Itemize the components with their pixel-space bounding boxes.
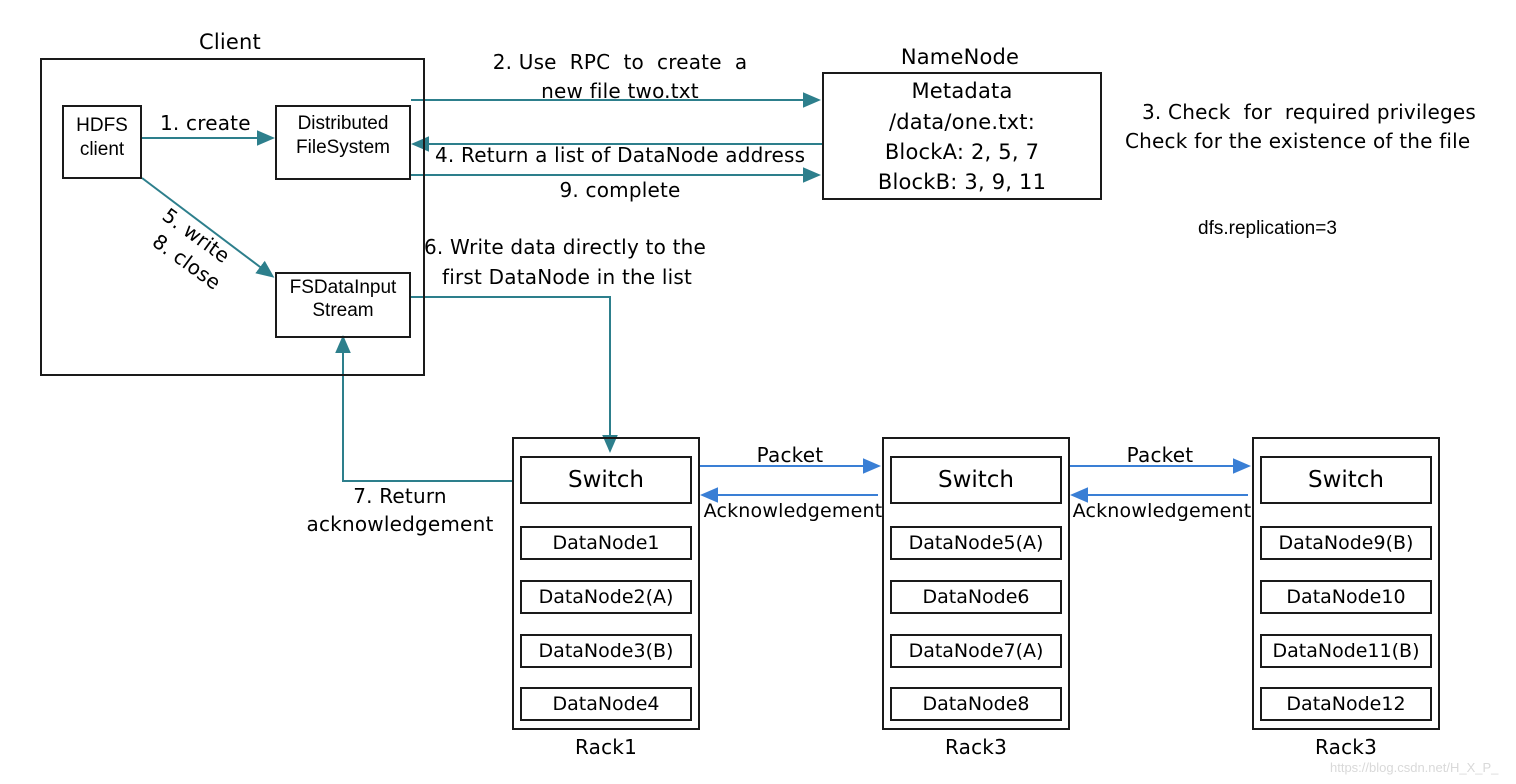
label-step2-rpc-line2: new file two.txt [541, 79, 699, 103]
rack-2-datanode-2[interactable]: DataNode6 [890, 580, 1062, 614]
rack-2-datanode-4[interactable]: DataNode8 [890, 687, 1062, 721]
rack-1-datanode-1-label: DataNode1 [552, 532, 660, 554]
label-step9-complete: 9. complete [559, 178, 681, 202]
namenode-block-a: BlockA: 2, 5, 7 [884, 140, 1040, 164]
rack-2-switch[interactable]: Switch [890, 456, 1062, 504]
rack-1-datanode-4[interactable]: DataNode4 [520, 687, 692, 721]
arrow-write-data-to-datanode [411, 296, 618, 453]
rack-3-switch-label: Switch [1307, 467, 1385, 493]
hdfs-client-label-line2: client [79, 139, 125, 160]
distributed-filesystem-label-line2: FileSystem [296, 137, 390, 158]
rack-2-datanode-1[interactable]: DataNode5(A) [890, 526, 1062, 560]
rack-1-datanode-2[interactable]: DataNode2(A) [520, 580, 692, 614]
namenode-label: NameNode [900, 45, 1020, 69]
rack-3-datanode-3-label: DataNode11(B) [1272, 640, 1420, 662]
label-step7-return-line1: 7. Return [353, 484, 447, 508]
rack-2-datanode-1-label: DataNode5(A) [908, 532, 1044, 554]
rack-1-datanode-3-label: DataNode3(B) [538, 640, 674, 662]
note-dfs-replication: dfs.replication=3 [1198, 218, 1337, 239]
rack-2-datanode-3[interactable]: DataNode7(A) [890, 634, 1062, 668]
label-acknowledgement-rack3-rack2: Acknowledgement [1072, 500, 1252, 522]
rack-3-datanode-1[interactable]: DataNode9(B) [1260, 526, 1432, 560]
namenode-block-b: BlockB: 3, 9, 11 [877, 170, 1047, 194]
rack-2-datanode-4-label: DataNode8 [922, 693, 1030, 715]
rack-3-switch[interactable]: Switch [1260, 456, 1432, 504]
rack-3-name: Rack3 [1314, 735, 1377, 759]
watermark-text: https://blog.csdn.net/H_X_P_ [1330, 760, 1499, 775]
rack-1-datanode-3[interactable]: DataNode3(B) [520, 634, 692, 668]
rack-3-datanode-2[interactable]: DataNode10 [1260, 580, 1432, 614]
label-packet-rack1-rack2: Packet [756, 443, 824, 467]
hdfs-write-flow-diagram: Client HDFS client Distributed FileSyste… [0, 0, 1516, 784]
distributed-filesystem-label-line1: Distributed [297, 113, 389, 134]
rack-2-datanode-2-label: DataNode6 [922, 586, 1030, 608]
rack-3-datanode-2-label: DataNode10 [1286, 586, 1406, 608]
rack-1-switch[interactable]: Switch [520, 456, 692, 504]
namenode-metadata-title: Metadata [911, 79, 1013, 103]
client-group-label: Client [199, 30, 261, 54]
label-step6-write-data-line1: 6. Write data directly to the [424, 235, 706, 259]
rack-2-name: Rack3 [944, 735, 1007, 759]
label-packet-rack2-rack3: Packet [1126, 443, 1194, 467]
namenode-file-path: /data/one.txt: [889, 110, 1035, 134]
rack-3-datanode-3[interactable]: DataNode11(B) [1260, 634, 1432, 668]
label-step1-create: 1. create [160, 111, 251, 135]
label-acknowledgement-rack2-rack1: Acknowledgement [703, 500, 883, 522]
rack-1-datanode-2-label: DataNode2(A) [538, 586, 674, 608]
rack-1-name: Rack1 [574, 735, 637, 759]
label-step6-write-data-line2: first DataNode in the list [442, 265, 693, 289]
rack-1-switch-label: Switch [567, 467, 645, 493]
rack-3-datanode-1-label: DataNode9(B) [1278, 532, 1414, 554]
label-step4-return-list: 4. Return a list of DataNode address [435, 143, 806, 167]
label-step7-acknowledgement-line2: acknowledgement [306, 512, 494, 536]
rack-2-datanode-3-label: DataNode7(A) [908, 640, 1044, 662]
note-check-privileges-line1: 3. Check for required privileges [1142, 100, 1476, 124]
fsdatainputstream-label-line2: Stream [312, 300, 374, 321]
label-step2-rpc-line1: 2. Use RPC to create a [492, 50, 748, 74]
note-check-existence-line2: Check for the existence of the file [1125, 129, 1471, 153]
rack-3-datanode-4[interactable]: DataNode12 [1260, 687, 1432, 721]
hdfs-client-label-line1: HDFS [76, 115, 128, 136]
rack-2-switch-label: Switch [937, 467, 1015, 493]
rack-3-datanode-4-label: DataNode12 [1286, 693, 1406, 715]
fsdatainputstream-label-line1: FSDataInput [289, 277, 397, 298]
rack-1-datanode-4-label: DataNode4 [552, 693, 660, 715]
rack-1-datanode-1[interactable]: DataNode1 [520, 526, 692, 560]
